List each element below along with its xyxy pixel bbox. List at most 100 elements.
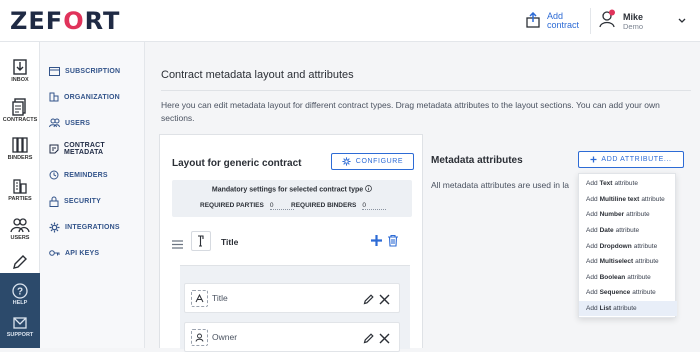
support-icon (13, 317, 27, 329)
menu-item-multiline-text[interactable]: Add Multiline text attribute (579, 192, 677, 208)
rail-label-parties: PARTIES (8, 196, 32, 202)
attribute-label: Title (212, 293, 228, 303)
menu-item-boolean[interactable]: Add Boolean attribute (579, 270, 677, 286)
rail-item-users[interactable]: USERS (0, 216, 40, 241)
subnav-item-contract-metadata[interactable]: CONTRACT METADATA (40, 140, 145, 158)
layout-section-header: Title (172, 229, 412, 257)
subnav-item-security[interactable]: SECURITY (40, 192, 145, 210)
user-org: Demo (623, 21, 644, 31)
subnav-item-organization[interactable]: ORGANIZATION (40, 88, 145, 106)
subnav-item-integrations[interactable]: INTEGRATIONS (40, 218, 145, 236)
lock-icon (49, 196, 59, 207)
menu-item-text[interactable]: Add Text attribute (579, 176, 677, 192)
add-attribute-label: ADD ATTRIBUTE... (601, 156, 672, 163)
required-binders-label: REQUIRED BINDERS (291, 202, 357, 209)
add-attribute-button[interactable]: ADD ATTRIBUTE... (578, 151, 684, 168)
chevron-down-icon[interactable] (678, 17, 686, 26)
configure-label: CONFIGURE (355, 158, 404, 165)
logo-text: ZEFORT (10, 7, 121, 35)
users-icon (10, 218, 30, 233)
subnav-item-api-keys[interactable]: API KEYS (40, 244, 145, 262)
text-attribute-icon (191, 289, 208, 307)
add-contract-button[interactable]: Add contract (525, 12, 579, 30)
add-field-icon[interactable] (370, 234, 383, 252)
rail-item-parties[interactable]: PARTIES (0, 177, 40, 202)
menu-item-sequence[interactable]: Add Sequence attribute (579, 285, 677, 301)
required-parties-label: REQUIRED PARTIES (200, 202, 264, 209)
menu-item-dropdown[interactable]: Add Dropdown attribute (579, 238, 677, 254)
inbox-icon (13, 59, 27, 75)
settings-subnav: SUBSCRIPTION ORGANIZATION USERS CONTRACT… (40, 42, 145, 348)
rail-item-binders[interactable]: BINDERS (0, 136, 40, 161)
menu-item-multiselect[interactable]: Add Multiselect attribute (579, 254, 677, 270)
binders-icon (12, 137, 28, 153)
layout-title: Layout for generic contract (172, 158, 302, 169)
menu-item-list[interactable]: Add List attribute (579, 300, 677, 317)
info-icon[interactable] (365, 185, 372, 194)
menu-item-number[interactable]: Add Number attribute (579, 207, 677, 223)
rail-item-inbox[interactable]: INBOX (0, 58, 40, 83)
layout-section-body: Title Owner (180, 265, 410, 352)
rail-label-binders: BINDERS (7, 155, 33, 161)
mandatory-settings-title: Mandatory settings for selected contract… (172, 185, 412, 194)
required-binders-input[interactable]: 0 (362, 202, 387, 210)
main-content: Contract metadata layout and attributes … (145, 42, 700, 352)
rail-label-support: SUPPORT (6, 332, 34, 338)
user-name: Mike (623, 11, 644, 22)
drag-handle-icon[interactable] (172, 236, 183, 254)
rail-item-help[interactable]: ? HELP (0, 283, 40, 306)
gear-icon (342, 157, 351, 166)
main-navigation-rail: INBOX CONTRACTS BINDERS PARTIES USERS ? … (0, 42, 40, 348)
parties-icon (13, 179, 27, 194)
plus-icon (590, 156, 597, 163)
subnav-item-subscription[interactable]: SUBSCRIPTION (40, 62, 145, 80)
svg-text:?: ? (17, 287, 23, 298)
configure-button[interactable]: CONFIGURE (331, 153, 414, 170)
subnav-item-reminders[interactable]: REMINDERS (40, 166, 145, 184)
user-attribute-icon (191, 328, 208, 346)
rail-item-settings[interactable] (0, 253, 40, 272)
integrations-icon (49, 222, 60, 232)
page-description: Here you can edit metadata layout for di… (161, 100, 660, 123)
top-bar: ZEFORT Add contract Mike Demo (0, 0, 700, 42)
contracts-icon (12, 98, 26, 116)
rail-label-contracts: CONTRACTS (2, 117, 38, 123)
rail-bottom-panel: ? HELP SUPPORT (0, 273, 40, 348)
users-icon (49, 118, 60, 128)
rail-label-users: USERS (10, 235, 30, 241)
add-contract-icon (525, 11, 541, 30)
trash-icon[interactable] (387, 234, 399, 252)
metadata-attributes-title: Metadata attributes (431, 155, 523, 166)
add-attribute-menu: Add Text attribute Add Multiline text attrib… (578, 173, 677, 318)
title-divider (161, 90, 691, 91)
required-binders-row: REQUIRED BINDERS 0 (291, 202, 387, 210)
edit-pencil-icon[interactable] (363, 292, 374, 310)
reminders-icon (49, 170, 59, 180)
help-icon: ? (12, 283, 28, 299)
rail-label-inbox: INBOX (11, 77, 29, 83)
rail-item-support[interactable]: SUPPORT (0, 315, 40, 338)
remove-x-icon[interactable] (379, 331, 390, 349)
add-contract-label: Add contract (547, 11, 580, 30)
metadata-icon (49, 144, 59, 154)
user-avatar-icon (597, 9, 617, 34)
menu-item-date[interactable]: Add Date attribute (579, 223, 677, 239)
rail-item-contracts[interactable]: CONTRACTS (0, 98, 40, 123)
rail-label-help: HELP (12, 300, 28, 306)
key-icon (49, 250, 60, 256)
mandatory-settings-panel: Mandatory settings for selected contract… (172, 180, 412, 217)
attribute-label: Owner (212, 332, 238, 342)
page-title: Contract metadata layout and attributes (161, 69, 354, 81)
remove-x-icon[interactable] (379, 292, 390, 310)
required-parties-row: REQUIRED PARTIES 0 (200, 202, 294, 210)
attribute-row-title[interactable]: Title (184, 283, 400, 313)
user-menu[interactable]: Mike Demo (590, 8, 700, 34)
subnav-item-users[interactable]: USERS (40, 114, 145, 132)
section-type-icon (191, 231, 211, 251)
zefort-logo[interactable]: ZEFORT (10, 7, 120, 35)
settings-pen-icon (13, 255, 27, 269)
metadata-note: All metadata attributes are used in la (431, 180, 569, 190)
subscription-icon (49, 66, 60, 76)
organization-icon (49, 92, 59, 102)
edit-pencil-icon[interactable] (363, 331, 374, 349)
